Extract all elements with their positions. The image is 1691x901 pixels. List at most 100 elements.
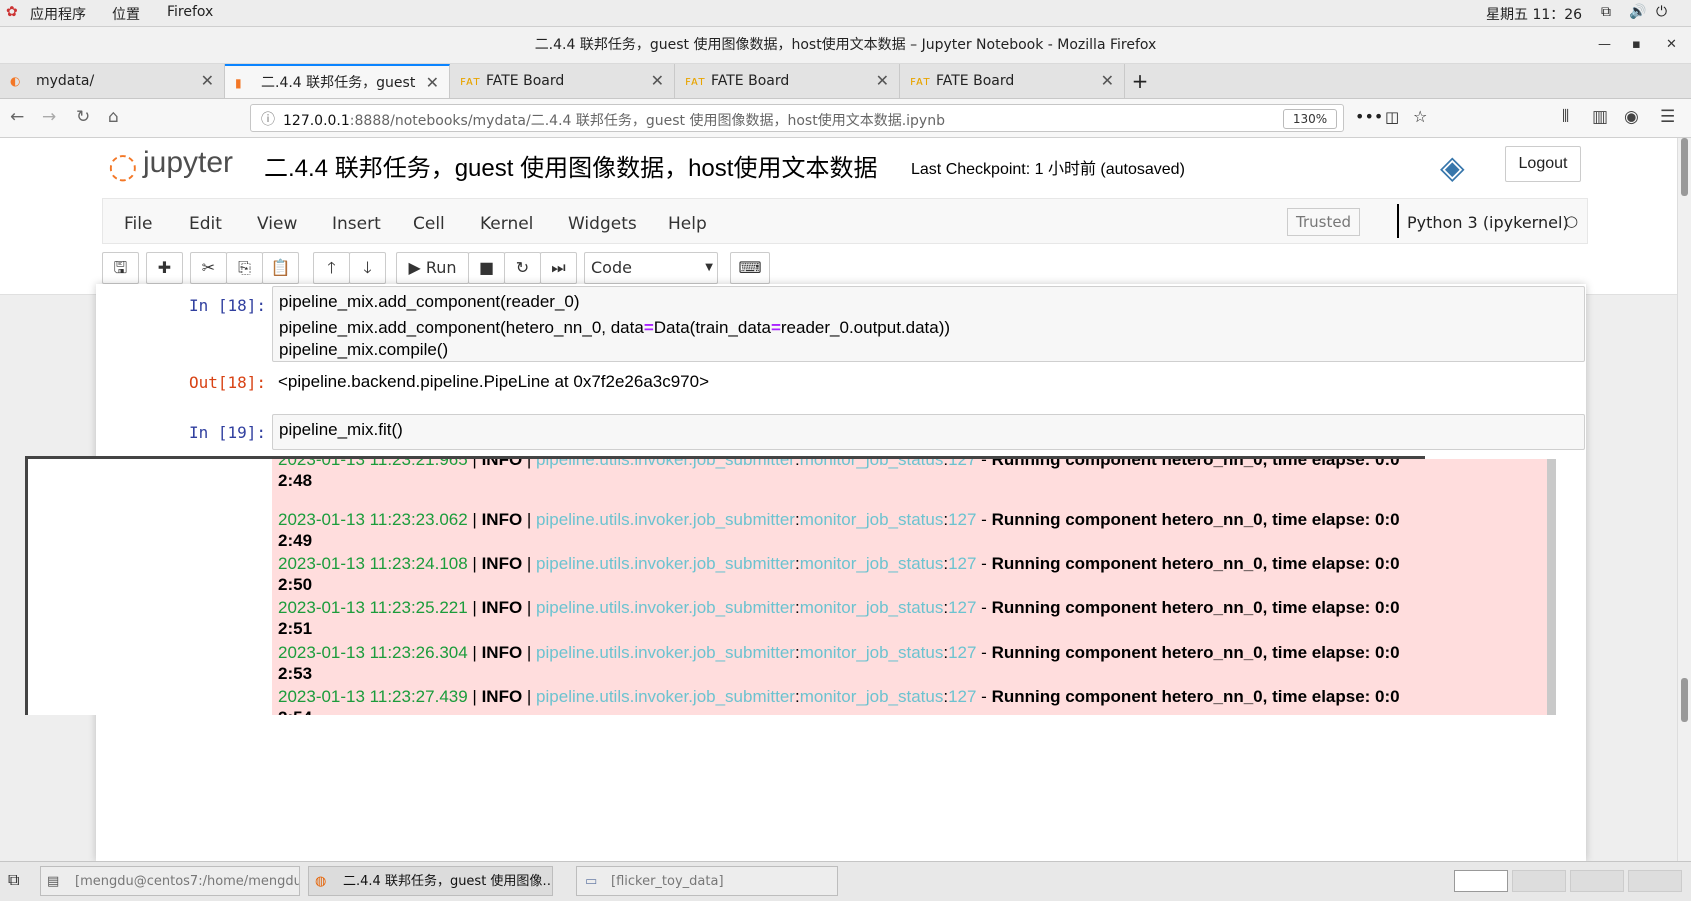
log-function: monitor_job_status	[799, 554, 944, 573]
jupyter-logo-text[interactable]: jupyter	[143, 146, 233, 180]
new-tab-button[interactable]: +	[1125, 64, 1155, 98]
menu-help[interactable]: Help	[668, 214, 707, 234]
tab-fate-board-1[interactable]: ꜰᴀᴛ FATE Board ✕	[450, 64, 675, 98]
fast-forward-icon[interactable]: ⏭	[540, 252, 577, 284]
close-tab-icon[interactable]: ✕	[876, 64, 889, 98]
output-scrollbar[interactable]	[1547, 459, 1556, 715]
keyboard-icon[interactable]: ⌨	[730, 252, 770, 284]
notebook-title[interactable]: 二.4.4 联邦任务，guest 使用图像数据，host使用文本数据	[264, 148, 877, 183]
clock[interactable]: 星期五 11：26	[1486, 4, 1582, 24]
sidebar-icon[interactable]: ▥	[1592, 107, 1608, 127]
page-scrollbar-thumb-2[interactable]	[1681, 678, 1688, 722]
places-menu[interactable]: 位置	[112, 4, 140, 24]
logout-button[interactable]: Logout	[1505, 146, 1581, 182]
menu-file[interactable]: File	[124, 214, 152, 234]
forward-icon[interactable]: →	[42, 107, 56, 127]
applications-menu[interactable]: 应用程序	[30, 4, 86, 24]
bookmark-star-icon[interactable]: ☆	[1413, 107, 1427, 126]
log-separator: |	[522, 643, 537, 662]
workspace-3[interactable]	[1570, 870, 1624, 892]
firefox-icon: ◍	[315, 874, 327, 889]
run-button[interactable]: ▶ Run	[396, 252, 469, 284]
taskbar-item-files[interactable]: ▭ [flicker_toy_data]	[576, 866, 838, 896]
page-scrollbar-thumb[interactable]	[1681, 138, 1688, 196]
move-down-icon[interactable]: 🡓	[349, 252, 386, 284]
volume-icon[interactable]: 🔊	[1629, 4, 1646, 20]
menu-insert[interactable]: Insert	[332, 214, 381, 234]
code-line: pipeline_mix.add_component(reader_0)	[279, 292, 580, 311]
close-tab-icon[interactable]: ✕	[651, 64, 664, 98]
save-icon[interactable]: 🖫	[102, 252, 139, 284]
taskbar-item-terminal[interactable]: ▤ [mengdu@centos7:/home/mengdu/…	[40, 866, 300, 896]
tab-fate-board-3[interactable]: ꜰᴀᴛ FATE Board ✕	[900, 64, 1125, 98]
tab-fate-board-2[interactable]: ꜰᴀᴛ FATE Board ✕	[675, 64, 900, 98]
code-cell-18[interactable]: pipeline_mix.add_component(reader_0) pip…	[272, 286, 1585, 362]
power-icon[interactable]: ⏻	[1656, 4, 1667, 20]
taskbar: ⧉ ▤ [mengdu@centos7:/home/mengdu/… ◍ 二.4…	[0, 861, 1691, 901]
home-icon[interactable]: ⌂	[108, 107, 119, 127]
tab-mydata[interactable]: ◐ mydata/ ✕	[0, 64, 225, 98]
cut-icon[interactable]: ✂	[190, 252, 227, 284]
workspace-1[interactable]	[1454, 870, 1508, 892]
workspace-4[interactable]	[1628, 870, 1682, 892]
log-lineno: 127	[948, 687, 977, 706]
restart-icon[interactable]: ↻	[504, 252, 541, 284]
copy-icon[interactable]: ⎘	[226, 252, 263, 284]
cell-type-select[interactable]: Code ▼	[584, 252, 718, 284]
account-icon[interactable]: ◉	[1624, 107, 1639, 127]
tab-label: mydata/	[36, 73, 95, 89]
log-timestamp: 2023-01-13 11:23:25.221	[278, 598, 468, 617]
menu-view[interactable]: View	[257, 214, 297, 234]
log-separator: -	[976, 510, 992, 529]
log-line-continuation: 2:54	[278, 707, 312, 715]
code-cell-19[interactable]: pipeline_mix.fit()	[272, 414, 1585, 450]
log-output[interactable]: 2023-01-13 11:23:21.965 | INFO | pipelin…	[272, 459, 1547, 715]
paste-icon[interactable]: 📋	[262, 252, 299, 284]
network-icon[interactable]: ⧉	[1601, 4, 1611, 20]
jupyter-logo-icon[interactable]: ◌	[108, 146, 138, 186]
page-actions-icon[interactable]: •••	[1355, 107, 1383, 126]
tab-label: FATE Board	[711, 73, 790, 89]
window-title: 二.4.4 联邦任务，guest 使用图像数据，host使用文本数据 – Jup…	[534, 37, 1157, 53]
log-separator: -	[976, 687, 992, 706]
log-lineno: 127	[948, 643, 977, 662]
menu-widgets[interactable]: Widgets	[568, 214, 637, 234]
active-app-menu[interactable]: Firefox	[167, 4, 213, 20]
menu-edit[interactable]: Edit	[189, 214, 222, 234]
menu-kernel[interactable]: Kernel	[480, 214, 533, 234]
log-message: Running component hetero_nn_0, time elap…	[991, 510, 1400, 529]
close-tab-icon[interactable]: ✕	[426, 66, 439, 100]
log-function: monitor_job_status	[799, 643, 944, 662]
log-level: INFO	[481, 554, 523, 573]
log-separator: |	[467, 554, 482, 573]
menu-icon[interactable]: ☰	[1660, 107, 1675, 127]
library-icon[interactable]: ⫴	[1562, 107, 1569, 127]
tab-notebook[interactable]: ▮ 二.4.4 联邦任务，guest 使用图像数据，host使用文本数据 ✕	[225, 64, 450, 98]
zoom-indicator[interactable]: 130%	[1283, 109, 1337, 129]
close-window-button[interactable]: ✕	[1666, 27, 1677, 63]
page-scrollbar[interactable]	[1677, 138, 1691, 861]
log-level: INFO	[481, 598, 523, 617]
log-timestamp: 2023-01-13 11:23:26.304	[278, 643, 468, 662]
close-tab-icon[interactable]: ✕	[201, 64, 214, 98]
kernel-name[interactable]: Python 3 (ipykernel)	[1407, 213, 1569, 232]
stop-icon[interactable]: ■	[468, 252, 505, 284]
site-info-icon[interactable]: ⓘ	[261, 109, 275, 129]
minimize-button[interactable]: —	[1598, 27, 1611, 63]
maximize-button[interactable]: ▪	[1632, 27, 1641, 63]
reload-icon[interactable]: ↻	[76, 107, 90, 127]
show-desktop-icon[interactable]: ⧉	[8, 870, 19, 890]
log-lineno: 127	[948, 459, 977, 469]
close-tab-icon[interactable]: ✕	[1101, 64, 1114, 98]
taskbar-item-label: [mengdu@centos7:/home/mengdu/…	[75, 874, 300, 889]
menu-cell[interactable]: Cell	[413, 214, 445, 234]
workspace-2[interactable]	[1512, 870, 1566, 892]
log-level: INFO	[481, 687, 523, 706]
url-bar[interactable]: ⓘ 127.0.0.1:8888/notebooks/mydata/二.4.4 …	[250, 104, 1427, 132]
back-icon[interactable]: ←	[10, 107, 24, 127]
move-up-icon[interactable]: 🡑	[313, 252, 350, 284]
pocket-icon[interactable]: ◫	[1385, 108, 1399, 126]
taskbar-item-firefox[interactable]: ◍ 二.4.4 联邦任务，guest 使用图像…	[308, 866, 553, 896]
trusted-indicator[interactable]: Trusted	[1287, 208, 1361, 236]
insert-cell-icon[interactable]: ✚	[146, 252, 183, 284]
